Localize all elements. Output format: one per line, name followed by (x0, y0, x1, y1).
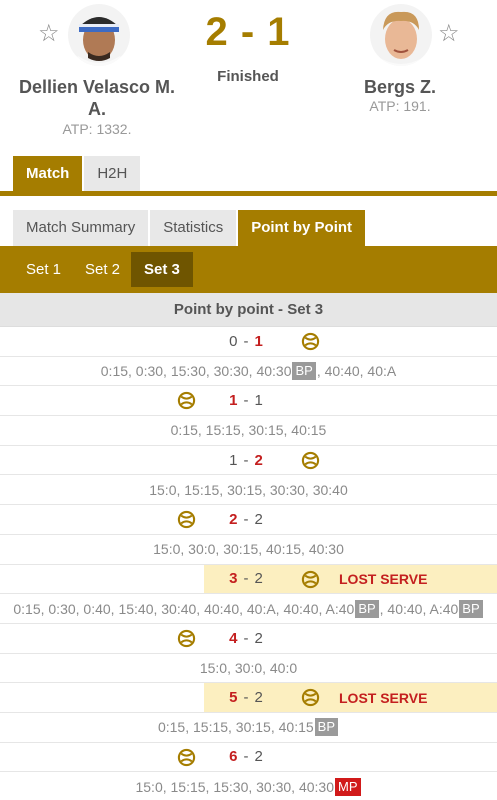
points-row: 15:0, 30:0, 30:15, 40:15, 40:30 (0, 535, 497, 565)
game-score: 1-2 (196, 446, 296, 475)
match-header: ☆ 2 - 1 Finished ☆ Dellien Velasco M. A.… (0, 0, 497, 150)
game-score: 0-1 (196, 327, 296, 356)
game-row[interactable]: 1-1 (0, 386, 497, 417)
tab-set-2[interactable]: Set 2 (72, 252, 133, 287)
points-row: 0:15, 15:15, 30:15, 40:15 BP (0, 713, 497, 743)
tab-set-1[interactable]: Set 1 (13, 252, 74, 287)
points-sequence: , 40:40, A:40 (379, 600, 459, 617)
home-games: 1 (229, 451, 238, 469)
score-separator: - (243, 629, 249, 647)
game-score: 6-2 (196, 743, 296, 772)
home-games: 6 (229, 748, 238, 766)
lost-serve-label: LOST SERVE (339, 689, 428, 706)
match-point-badge: MP (335, 777, 361, 796)
points-row: 15:0, 15:15, 30:15, 30:30, 30:40 (0, 475, 497, 506)
away-games: 2 (254, 629, 263, 647)
points-row: 15:0, 30:0, 40:0 (0, 654, 497, 684)
home-player-name[interactable]: Dellien Velasco M. A. (12, 76, 182, 120)
points-sequence: , 40:40, 40:A (316, 363, 397, 380)
game-score: 2-2 (196, 505, 296, 534)
away-player-rank: ATP: 191. (369, 98, 431, 114)
game-row[interactable]: 5-2 LOST SERVE (0, 683, 497, 713)
points-sequence: 15:0, 15:15, 30:15, 30:30, 30:40 (149, 481, 348, 498)
tennis-ball-icon (301, 451, 320, 470)
tab-statistics[interactable]: Statistics (150, 210, 237, 246)
game-row[interactable]: 6-2 (0, 743, 497, 773)
break-point-badge: BP (314, 718, 339, 737)
tennis-ball-icon (301, 332, 320, 351)
away-player-avatar[interactable] (370, 4, 432, 66)
away-games: 2 (254, 451, 263, 469)
game-row[interactable]: 4-2 (0, 624, 497, 654)
home-player-rank: ATP: 1332. (62, 121, 132, 137)
game-score: 4-2 (196, 624, 296, 653)
favorite-home-star-icon[interactable]: ☆ (38, 22, 60, 46)
break-point-badge: BP (459, 599, 483, 618)
points-sequence: 15:0, 30:0, 30:15, 40:15, 40:30 (153, 541, 344, 558)
tennis-ball-icon (301, 570, 320, 589)
game-row[interactable]: 3-2 LOST SERVE (0, 564, 497, 595)
away-games: 1 (254, 332, 263, 350)
points-sequence: 0:15, 15:15, 30:15, 40:15 (170, 422, 327, 439)
home-games: 0 (229, 332, 238, 350)
home-player-avatar[interactable] (68, 4, 130, 66)
away-games: 2 (254, 510, 263, 528)
score-separator: - (243, 748, 249, 766)
game-score: 1-1 (196, 386, 296, 415)
break-point-badge: BP (292, 362, 316, 381)
score-separator: - (243, 332, 249, 350)
points-row: 0:15, 15:15, 30:15, 40:15 (0, 416, 497, 446)
tabs-divider (0, 191, 497, 196)
game-row[interactable]: 1-2 (0, 446, 497, 476)
tennis-ball-icon (301, 688, 320, 707)
points-row: 0:15, 0:30, 0:40, 15:40, 30:40, 40:40, 4… (0, 594, 497, 624)
away-games: 2 (254, 748, 263, 766)
points-sequence: 0:15, 15:15, 30:15, 40:15 (157, 719, 314, 736)
away-games: 2 (254, 689, 263, 707)
home-games: 1 (229, 392, 238, 410)
points-sequence: 15:0, 30:0, 40:0 (199, 659, 298, 676)
game-row[interactable]: 0-1 (0, 327, 497, 357)
home-games: 3 (229, 570, 238, 588)
home-games: 5 (229, 689, 238, 707)
home-games: 2 (229, 510, 238, 528)
tennis-ball-icon (177, 748, 196, 767)
points-row: 0:15, 0:30, 15:30, 30:30, 40:30 BP, 40:40… (0, 357, 497, 387)
tennis-ball-icon (177, 629, 196, 648)
set-tabs-bar: Set 1 Set 2 Set 3 (0, 246, 497, 293)
score-separator: - (243, 570, 249, 588)
points-sequence: 0:15, 0:30, 15:30, 30:30, 40:30 (100, 363, 292, 380)
favorite-away-star-icon[interactable]: ☆ (438, 22, 460, 46)
tennis-ball-icon (177, 391, 196, 410)
score-separator: - (243, 451, 249, 469)
tab-set-3[interactable]: Set 3 (131, 252, 193, 287)
tab-match[interactable]: Match (13, 156, 83, 191)
away-games: 2 (254, 570, 263, 588)
away-games: 1 (254, 392, 263, 410)
point-by-point-title: Point by point - Set 3 (0, 293, 497, 327)
lost-serve-label: LOST SERVE (339, 570, 428, 587)
tennis-ball-icon (177, 510, 196, 529)
point-by-point-list: 0-1 0:15, 0:30, 15:30, 30:30, 40:30 BP, 40… (0, 327, 497, 800)
points-sequence: 0:15, 0:30, 0:40, 15:40, 30:40, 40:40, 4… (13, 600, 355, 617)
points-sequence: 15:0, 15:15, 15:30, 30:30, 40:30 (135, 778, 334, 795)
game-score: 5-2 (196, 683, 296, 712)
sub-tabs: Match Summary Statistics Point by Point (13, 210, 367, 246)
break-point-badge: BP (355, 599, 379, 618)
score-separator: - (243, 689, 249, 707)
home-games: 4 (229, 629, 238, 647)
away-player-name[interactable]: Bergs Z. (315, 76, 485, 98)
game-score: 3-2 (196, 565, 296, 594)
tab-point-by-point[interactable]: Point by Point (238, 210, 366, 246)
match-score: 2 - 1 (205, 10, 291, 54)
score-separator: - (243, 392, 249, 410)
tab-h2h[interactable]: H2H (84, 156, 141, 191)
score-separator: - (243, 510, 249, 528)
tab-match-summary[interactable]: Match Summary (13, 210, 149, 246)
game-row[interactable]: 2-2 (0, 505, 497, 535)
match-status: Finished (217, 68, 279, 85)
points-row: 15:0, 15:15, 15:30, 30:30, 40:30 MP (0, 772, 497, 800)
top-tabs: Match H2H (13, 156, 142, 191)
